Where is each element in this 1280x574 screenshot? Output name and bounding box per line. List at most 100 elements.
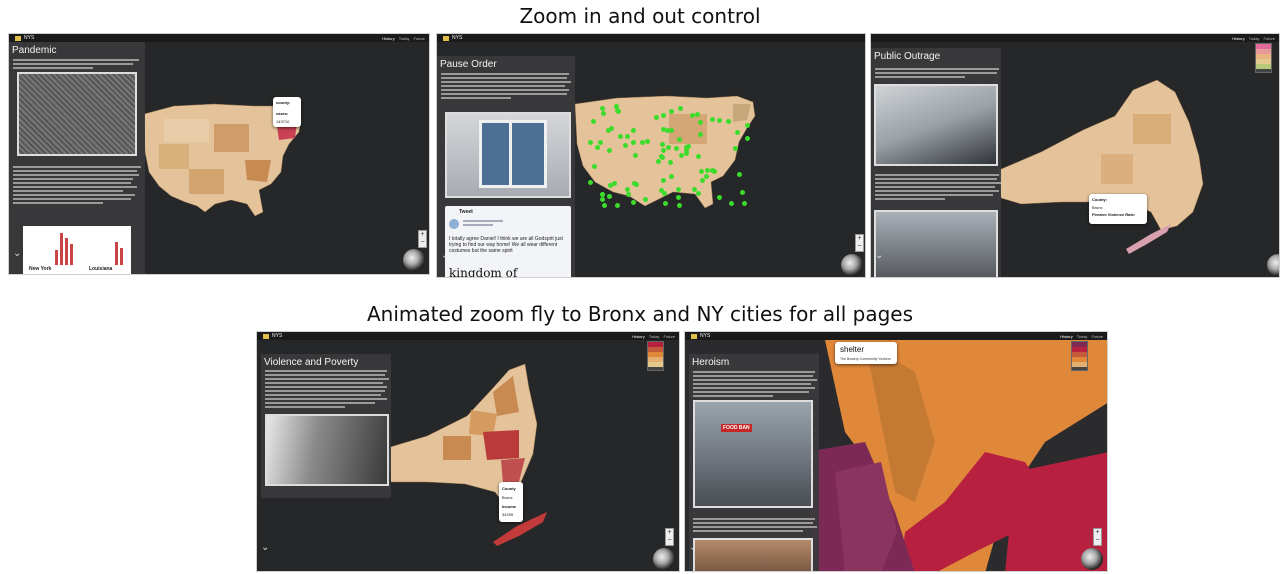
zoom-in-button[interactable]: + bbox=[1094, 529, 1101, 537]
globe-icon[interactable] bbox=[403, 249, 425, 271]
tweet-dot bbox=[669, 127, 675, 133]
story-panel[interactable]: Violence and Poverty bbox=[261, 354, 391, 498]
food-bank-photo: FOOD BAN bbox=[693, 400, 813, 508]
zoom-out-button[interactable]: − bbox=[856, 243, 863, 251]
tweet-dot bbox=[615, 202, 621, 208]
chevron-down-icon[interactable]: ⌄ bbox=[689, 542, 697, 553]
caption-bottom: Animated zoom fly to Bronx and NY cities… bbox=[366, 302, 913, 326]
chevron-down-icon[interactable]: ⌄ bbox=[441, 250, 449, 261]
chevron-down-icon[interactable]: ⌄ bbox=[13, 248, 21, 259]
chart-label-new-york: New York bbox=[29, 266, 52, 272]
tweet-dot bbox=[689, 112, 695, 118]
tweet-header: Tweet bbox=[459, 209, 473, 215]
map-legend bbox=[647, 341, 664, 371]
county-popup[interactable]: county: cases: 143710 bbox=[273, 97, 301, 127]
crowd-photo bbox=[874, 210, 998, 277]
tweet-dot bbox=[600, 110, 606, 116]
zoom-out-button[interactable]: − bbox=[666, 537, 673, 545]
legend-swatch bbox=[648, 362, 663, 367]
tweet-dot bbox=[601, 203, 607, 209]
zoom-in-button[interactable]: + bbox=[666, 529, 673, 537]
story-panel[interactable]: Public Outrage bbox=[871, 48, 1001, 277]
tweet-dot bbox=[676, 202, 682, 208]
popup-county-label: county: bbox=[276, 100, 291, 105]
tweet-dot bbox=[741, 200, 747, 206]
story-title: Pandemic bbox=[12, 45, 57, 56]
tweet-card[interactable]: Tweet I totally agree Daniel! I think we… bbox=[445, 206, 571, 278]
tweet-dot bbox=[633, 152, 639, 158]
window-frame bbox=[479, 120, 547, 188]
zoom-in-button[interactable]: + bbox=[419, 231, 426, 239]
chevron-down-icon[interactable]: ⌄ bbox=[261, 542, 269, 553]
tweet-dot bbox=[607, 183, 613, 189]
tweet-avatar bbox=[449, 219, 459, 229]
caption-top: Zoom in and out control bbox=[519, 4, 761, 28]
county-popup[interactable]: County Bronx Income 34299 bbox=[499, 482, 523, 522]
popup-county-value: Bronx bbox=[1092, 205, 1103, 210]
zoom-out-button[interactable]: − bbox=[419, 239, 426, 247]
zoom-in-button[interactable]: + bbox=[856, 235, 863, 243]
tweet-dot bbox=[645, 139, 651, 144]
tweet-dot bbox=[631, 180, 637, 186]
zoom-control[interactable]: + − bbox=[418, 230, 427, 248]
tweet-dot bbox=[597, 139, 603, 145]
chevron-down-icon[interactable]: ⌄ bbox=[875, 250, 883, 261]
tweet-dot bbox=[624, 187, 630, 193]
zoom-control[interactable]: + − bbox=[1093, 528, 1102, 546]
story-title: Heroism bbox=[692, 357, 730, 368]
tweet-dot bbox=[676, 194, 682, 200]
tweet-dot bbox=[736, 171, 742, 177]
tweet-dot bbox=[744, 122, 750, 128]
tweet-dot bbox=[675, 187, 681, 193]
tweet-dot bbox=[659, 141, 665, 147]
popup-county-label: County: bbox=[1092, 197, 1108, 202]
story-panel[interactable]: Heroism FOOD BAN bbox=[689, 354, 819, 571]
tweet-image-text: kingdom of bbox=[449, 266, 518, 278]
popup-shelter-title: shelter bbox=[840, 345, 865, 354]
map-legend bbox=[1255, 43, 1272, 73]
globe-icon[interactable] bbox=[841, 254, 863, 276]
globe-icon[interactable] bbox=[1081, 548, 1103, 570]
popup-cases-label: cases: bbox=[276, 111, 289, 116]
tweet-dot bbox=[709, 117, 715, 123]
screenshot-violence-poverty: NYS History Today Future Violence and Pove… bbox=[256, 331, 680, 572]
tweet-dot bbox=[697, 132, 703, 138]
tweet-dot bbox=[591, 164, 597, 170]
globe-icon[interactable] bbox=[653, 548, 675, 570]
map-legend bbox=[1071, 341, 1088, 371]
building-photo bbox=[693, 538, 813, 571]
tweet-dot bbox=[606, 193, 612, 199]
tweet-dot bbox=[668, 109, 674, 115]
zoom-control[interactable]: + − bbox=[855, 234, 864, 252]
zoom-out-button[interactable]: − bbox=[1094, 537, 1101, 545]
county-popup[interactable]: County: Bronx Firearm Violence Rate: bbox=[1089, 194, 1147, 224]
shelter-popup[interactable]: shelter The Bowery Community Yonkers bbox=[835, 342, 897, 364]
tweet-dot bbox=[653, 114, 659, 120]
tweet-dot bbox=[691, 186, 697, 192]
tweet-dot bbox=[659, 153, 665, 159]
tweet-text: I totally agree Daniel! I think we are a… bbox=[449, 236, 563, 254]
popup-county-label: County bbox=[502, 486, 516, 491]
popup-income-value: 34299 bbox=[502, 512, 514, 517]
story-photo bbox=[445, 112, 571, 198]
tweet-dot bbox=[630, 127, 636, 133]
tweet-dot bbox=[625, 133, 630, 139]
screenshot-heroism: NYS History Today Future Heroism FOOD BAN … bbox=[684, 331, 1108, 572]
tweet-dot bbox=[631, 199, 636, 205]
tweet-dot bbox=[622, 143, 628, 149]
tweet-dot bbox=[728, 200, 734, 206]
zoom-control[interactable]: + − bbox=[665, 528, 674, 546]
tweet-dot bbox=[642, 197, 648, 203]
tweet-dot bbox=[695, 190, 701, 196]
protest-photo bbox=[874, 84, 998, 166]
story-panel[interactable]: Pause Order Tweet I totally agree Daniel… bbox=[437, 56, 575, 278]
tweet-dot bbox=[733, 145, 739, 151]
tweet-dot bbox=[600, 196, 606, 202]
popup-cases-value: 143710 bbox=[276, 119, 290, 124]
story-title: Public Outrage bbox=[874, 51, 941, 62]
story-panel[interactable]: Pandemic New York Louisiana bbox=[9, 42, 145, 274]
chart-label-louisiana: Louisiana bbox=[89, 266, 113, 272]
tweet-dot bbox=[683, 150, 689, 156]
popup-income-label: Income bbox=[502, 504, 517, 509]
story-photo bbox=[265, 414, 389, 486]
